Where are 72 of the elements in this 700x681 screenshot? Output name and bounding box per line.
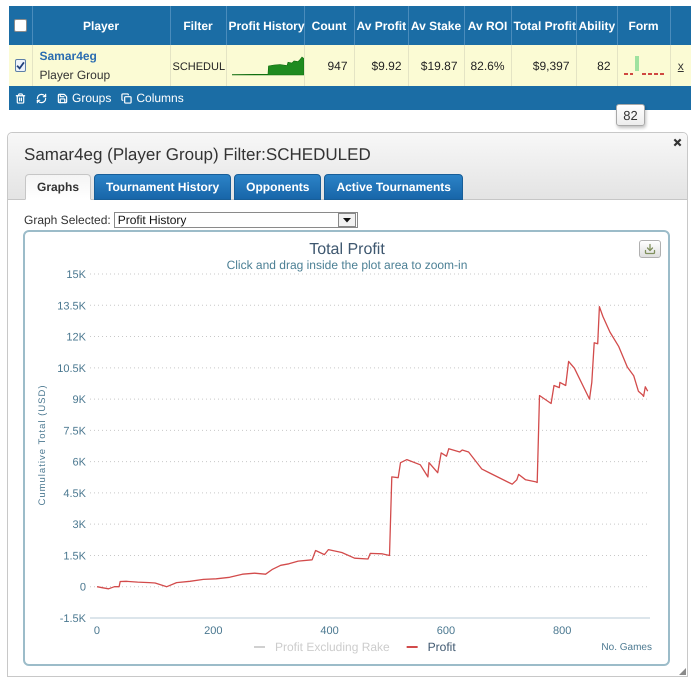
axis-tick-label: 0 (80, 582, 86, 594)
legend-label: Profit (428, 640, 456, 654)
tab[interactable]: Opponents (234, 174, 322, 200)
column-header[interactable]: Total Profit (511, 6, 576, 45)
tooltip: 82 (616, 104, 645, 126)
legend-line-icon (254, 646, 265, 648)
close-button[interactable] (671, 136, 683, 148)
axis-tick-label: 4.5K (63, 488, 86, 500)
delete-button[interactable] (15, 92, 26, 104)
axis-tick-label: 800 (553, 625, 572, 637)
column-header[interactable]: Ability (576, 6, 617, 45)
tab[interactable]: Active Tournaments (324, 174, 463, 200)
columns-button[interactable]: Columns (121, 91, 184, 105)
axis-tick-label: 600 (436, 625, 456, 637)
axis-tick-label: 9K (72, 394, 86, 406)
table-cell: 82 (576, 45, 617, 86)
caret-icon (338, 213, 356, 227)
checkbox[interactable] (14, 59, 26, 72)
column-header[interactable]: Form (617, 6, 670, 45)
remove-link[interactable]: x (678, 58, 684, 72)
table-cell: SCHEDUL (170, 45, 226, 86)
graph-select[interactable]: Profit History (114, 212, 358, 228)
axis-tick-label: 12K (66, 332, 86, 344)
table-cell: $9.92 (354, 45, 408, 86)
tab[interactable]: Tournament History (94, 174, 232, 200)
column-header[interactable]: Filter (170, 6, 226, 45)
download-icon (644, 243, 656, 255)
download-button[interactable] (639, 240, 661, 258)
axis-tick-label: 6K (72, 456, 86, 469)
check-icon (16, 61, 25, 70)
bar-sparkline-drawing (622, 54, 666, 76)
axis-tick-label: -1.5K (60, 613, 86, 625)
refresh-button[interactable] (36, 92, 47, 104)
graph-select-label: Graph Selected: (24, 213, 111, 227)
table-cell: 947 (304, 45, 354, 86)
column-header[interactable]: Av Stake (408, 6, 464, 45)
refresh-icon (36, 92, 47, 104)
axis-tick-label: 7.5K (63, 425, 86, 438)
column-header (670, 6, 691, 45)
windows-icon (121, 92, 132, 104)
groups-button[interactable]: Groups (57, 91, 112, 105)
table-cell: 82.6% (464, 45, 511, 86)
area-sparkline-drawing (232, 56, 304, 76)
chart-subtitle: Click and drag inside the plot area to zoom-in (226, 258, 468, 272)
axis-tick-label: 400 (320, 625, 339, 637)
trash-icon (15, 92, 26, 104)
legend-line-icon (406, 646, 418, 648)
checkbox[interactable] (14, 19, 27, 32)
axis-tick-label: 15K (66, 269, 86, 281)
close-icon (672, 138, 682, 146)
player-type-label: Player Group (40, 67, 112, 83)
legend-item[interactable]: Profit (406, 640, 456, 654)
axis-tick-label: 13.5K (57, 300, 86, 312)
table-cell: $9,397 (511, 45, 576, 86)
column-header[interactable]: Av Profit (354, 6, 408, 45)
axis-tick-label: 200 (204, 625, 222, 637)
y-axis-title: Cumulative Total (USD) (37, 384, 48, 506)
x-axis-title: No. Games (601, 642, 652, 653)
axis-tick-label: 1.5K (63, 550, 86, 562)
column-header[interactable]: Av ROI (464, 6, 511, 45)
axis-tick-label: 0 (94, 625, 100, 637)
column-header[interactable]: Count (304, 6, 354, 45)
axis-tick-label: 3K (72, 519, 86, 532)
table-cell: $19.87 (408, 45, 464, 86)
chart-title: Total Profit (309, 241, 385, 258)
panel-title: Samar4eg (Player Group) Filter:SCHEDULED (24, 144, 372, 166)
column-header[interactable]: Profit History (226, 6, 304, 45)
resize-grip-icon[interactable] (679, 668, 686, 675)
player-link[interactable]: Samar4eg (40, 48, 164, 64)
tab[interactable]: Graphs (25, 174, 92, 200)
column-header[interactable]: Player (32, 6, 170, 45)
axis-tick-label: 10.5K (57, 362, 86, 375)
